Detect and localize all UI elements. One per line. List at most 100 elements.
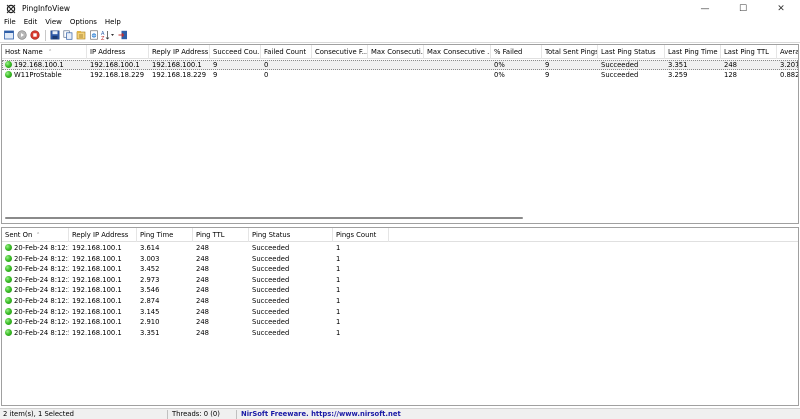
horizontal-scrollbar[interactable] xyxy=(5,217,523,219)
col-host-name[interactable]: Host Name xyxy=(2,45,87,59)
pings-count-cell: 1 xyxy=(336,307,341,316)
exit-icon[interactable] xyxy=(117,30,128,41)
menu-bar: File Edit View Options Help xyxy=(0,17,800,28)
sent-on-cell: 20-Feb-24 8:12:5... xyxy=(2,328,69,338)
reply-ip-cell: 192.168.100.1 xyxy=(72,286,122,295)
menu-view[interactable]: View xyxy=(41,17,66,28)
maximize-button[interactable]: ☐ xyxy=(724,0,762,17)
options-icon[interactable] xyxy=(3,30,14,41)
col-ping-ttl[interactable]: Ping TTL xyxy=(193,228,249,242)
last-ping-ttl-cell: 248 xyxy=(724,61,737,69)
close-button[interactable]: ✕ xyxy=(762,0,800,17)
succeed-count-cell: 9 xyxy=(213,71,218,79)
ping-time-cell: 3.614 xyxy=(140,244,160,252)
menu-help[interactable]: Help xyxy=(101,17,125,28)
properties-icon[interactable] xyxy=(75,30,86,41)
history-row[interactable]: 20-Feb-24 8:12:1...192.168.100.1 3.003 248… xyxy=(2,254,798,264)
ping-ttl-cell: 248 xyxy=(196,244,209,252)
menu-edit[interactable]: Edit xyxy=(20,17,42,28)
host-row[interactable]: W11ProStable 192.168.18.229 192.168.18.2… xyxy=(2,70,798,80)
sent-on-text: 20-Feb-24 8:12:1... xyxy=(14,254,69,263)
history-row[interactable]: 20-Feb-24 8:12:2...192.168.100.1 2.973 248… xyxy=(2,275,798,285)
ping-ttl-cell: 248 xyxy=(196,318,209,327)
col-last-ping-status[interactable]: Last Ping Status xyxy=(598,45,665,59)
sent-on-text: 20-Feb-24 8:12:3... xyxy=(14,286,69,295)
status-bar: 2 item(s), 1 Selected Threads: 0 (0) Nir… xyxy=(0,408,800,419)
stop-icon[interactable] xyxy=(29,30,40,41)
host-row[interactable]: 192.168.100.1 192.168.100.1 192.168.100.… xyxy=(2,60,798,70)
col-max-consecutive-1[interactable]: Max Consecuti... xyxy=(368,45,424,59)
menu-file[interactable]: File xyxy=(0,17,20,28)
ping-status-cell: Succeeded xyxy=(252,286,290,295)
sent-on-text: 20-Feb-24 8:12:4... xyxy=(14,318,69,327)
reply-ip-cell: 192.168.100.1 xyxy=(72,265,122,274)
nirsoft-link[interactable]: NirSoft Freeware. https://www.nirsoft.ne… xyxy=(238,409,401,419)
col-last-ping-time[interactable]: Last Ping Time xyxy=(665,45,721,59)
sent-on-text: 20-Feb-24 8:12:2... xyxy=(14,265,69,274)
failed-count-cell: 0 xyxy=(264,61,269,69)
col-percent-failed[interactable]: % Failed xyxy=(491,45,542,59)
ping-time-cell: 3.351 xyxy=(140,328,160,337)
percent-failed-cell: 0% xyxy=(494,61,505,69)
col-succeed-count[interactable]: Succeed Cou... xyxy=(210,45,261,59)
ping-status-cell: Succeeded xyxy=(252,318,290,327)
ping-ttl-cell: 248 xyxy=(196,307,209,316)
ping-ttl-cell: 248 xyxy=(196,275,209,284)
history-row[interactable]: 20-Feb-24 8:12:4...192.168.100.1 2.910 248… xyxy=(2,317,798,327)
col-max-consecutive-2[interactable]: Max Consecutive ... xyxy=(424,45,491,59)
start-icon[interactable] xyxy=(16,30,27,41)
col-ping-time[interactable]: Ping Time xyxy=(137,228,193,242)
col-ping-status[interactable]: Ping Status xyxy=(249,228,333,242)
col-average[interactable]: Averag xyxy=(777,45,798,59)
minimize-button[interactable]: — xyxy=(686,0,724,17)
toolbar-separator xyxy=(45,29,46,41)
status-ok-icon xyxy=(5,275,12,283)
consecutive-failed-cell xyxy=(312,70,368,80)
history-row[interactable]: 20-Feb-24 8:12:4...192.168.100.1 3.145 248… xyxy=(2,307,798,317)
ping-status-cell: Succeeded xyxy=(252,254,290,263)
ping-time-cell: 3.003 xyxy=(140,254,160,263)
col-reply-ip-address[interactable]: Reply IP Address xyxy=(69,228,137,242)
copy-icon[interactable] xyxy=(62,30,73,41)
save-icon[interactable] xyxy=(49,30,60,41)
hosts-list-view[interactable]: Host Name ⌃ IP Address Reply IP Address … xyxy=(1,44,799,224)
succeed-count-cell: 9 xyxy=(213,61,218,69)
ping-history-list-view[interactable]: Sent On ⌃ Reply IP Address Ping Time Pin… xyxy=(1,227,799,406)
ping-time-cell: 2.973 xyxy=(140,275,160,284)
sent-on-text: 20-Feb-24 8:12:2... xyxy=(14,275,69,284)
col-last-ping-ttl[interactable]: Last Ping TTL xyxy=(721,45,777,59)
history-row[interactable]: 20-Feb-24 8:12:2...192.168.100.1 3.452 248… xyxy=(2,264,798,274)
history-row[interactable]: 20-Feb-24 8:12:1...192.168.100.1 3.614 248… xyxy=(2,243,798,253)
last-ping-time-cell: 3.259 xyxy=(668,71,688,79)
pings-count-cell: 1 xyxy=(336,275,341,284)
col-pings-count[interactable]: Pings Count xyxy=(333,228,389,242)
title-bar: PingInfoView — ☐ ✕ xyxy=(0,0,800,17)
last-ping-status-cell: Succeeded xyxy=(601,61,639,69)
col-reply-ip-address[interactable]: Reply IP Address xyxy=(149,45,210,59)
ping-status-cell: Succeeded xyxy=(252,275,290,284)
history-row[interactable]: 20-Feb-24 8:12:3...192.168.100.1 3.546 248… xyxy=(2,285,798,295)
html-report-icon[interactable] xyxy=(88,30,99,41)
col-ip-address[interactable]: IP Address xyxy=(87,45,149,59)
status-ok-icon xyxy=(5,265,12,273)
ping-ttl-cell: 248 xyxy=(196,328,209,337)
sent-on-text: 20-Feb-24 8:12:1... xyxy=(14,244,69,252)
menu-options[interactable]: Options xyxy=(66,17,101,28)
status-divider xyxy=(236,410,237,419)
reply-ip-cell: 192.168.18.229 xyxy=(152,71,207,79)
col-failed-count[interactable]: Failed Count xyxy=(261,45,312,59)
ping-status-cell: Succeeded xyxy=(252,244,290,252)
col-consecutive-failed[interactable]: Consecutive F... xyxy=(312,45,368,59)
host-name: W11ProStable xyxy=(14,71,62,79)
sort-icon[interactable]: AZ xyxy=(101,30,115,41)
max-consecutive-1-cell xyxy=(368,70,424,80)
col-total-sent-pings[interactable]: Total Sent Pings xyxy=(542,45,598,59)
history-row[interactable]: 20-Feb-24 8:12:3...192.168.100.1 2.874 248… xyxy=(2,296,798,306)
history-row[interactable]: 20-Feb-24 8:12:5...192.168.100.1 3.351 248… xyxy=(2,328,798,338)
reply-ip-cell: 192.168.100.1 xyxy=(72,297,122,305)
status-ok-icon xyxy=(5,71,12,78)
host-name-cell: 192.168.100.1 xyxy=(2,60,87,70)
sent-on-cell: 20-Feb-24 8:12:2... xyxy=(2,264,69,274)
history-header-row: Sent On ⌃ Reply IP Address Ping Time Pin… xyxy=(2,228,798,242)
status-ok-icon xyxy=(5,254,12,262)
